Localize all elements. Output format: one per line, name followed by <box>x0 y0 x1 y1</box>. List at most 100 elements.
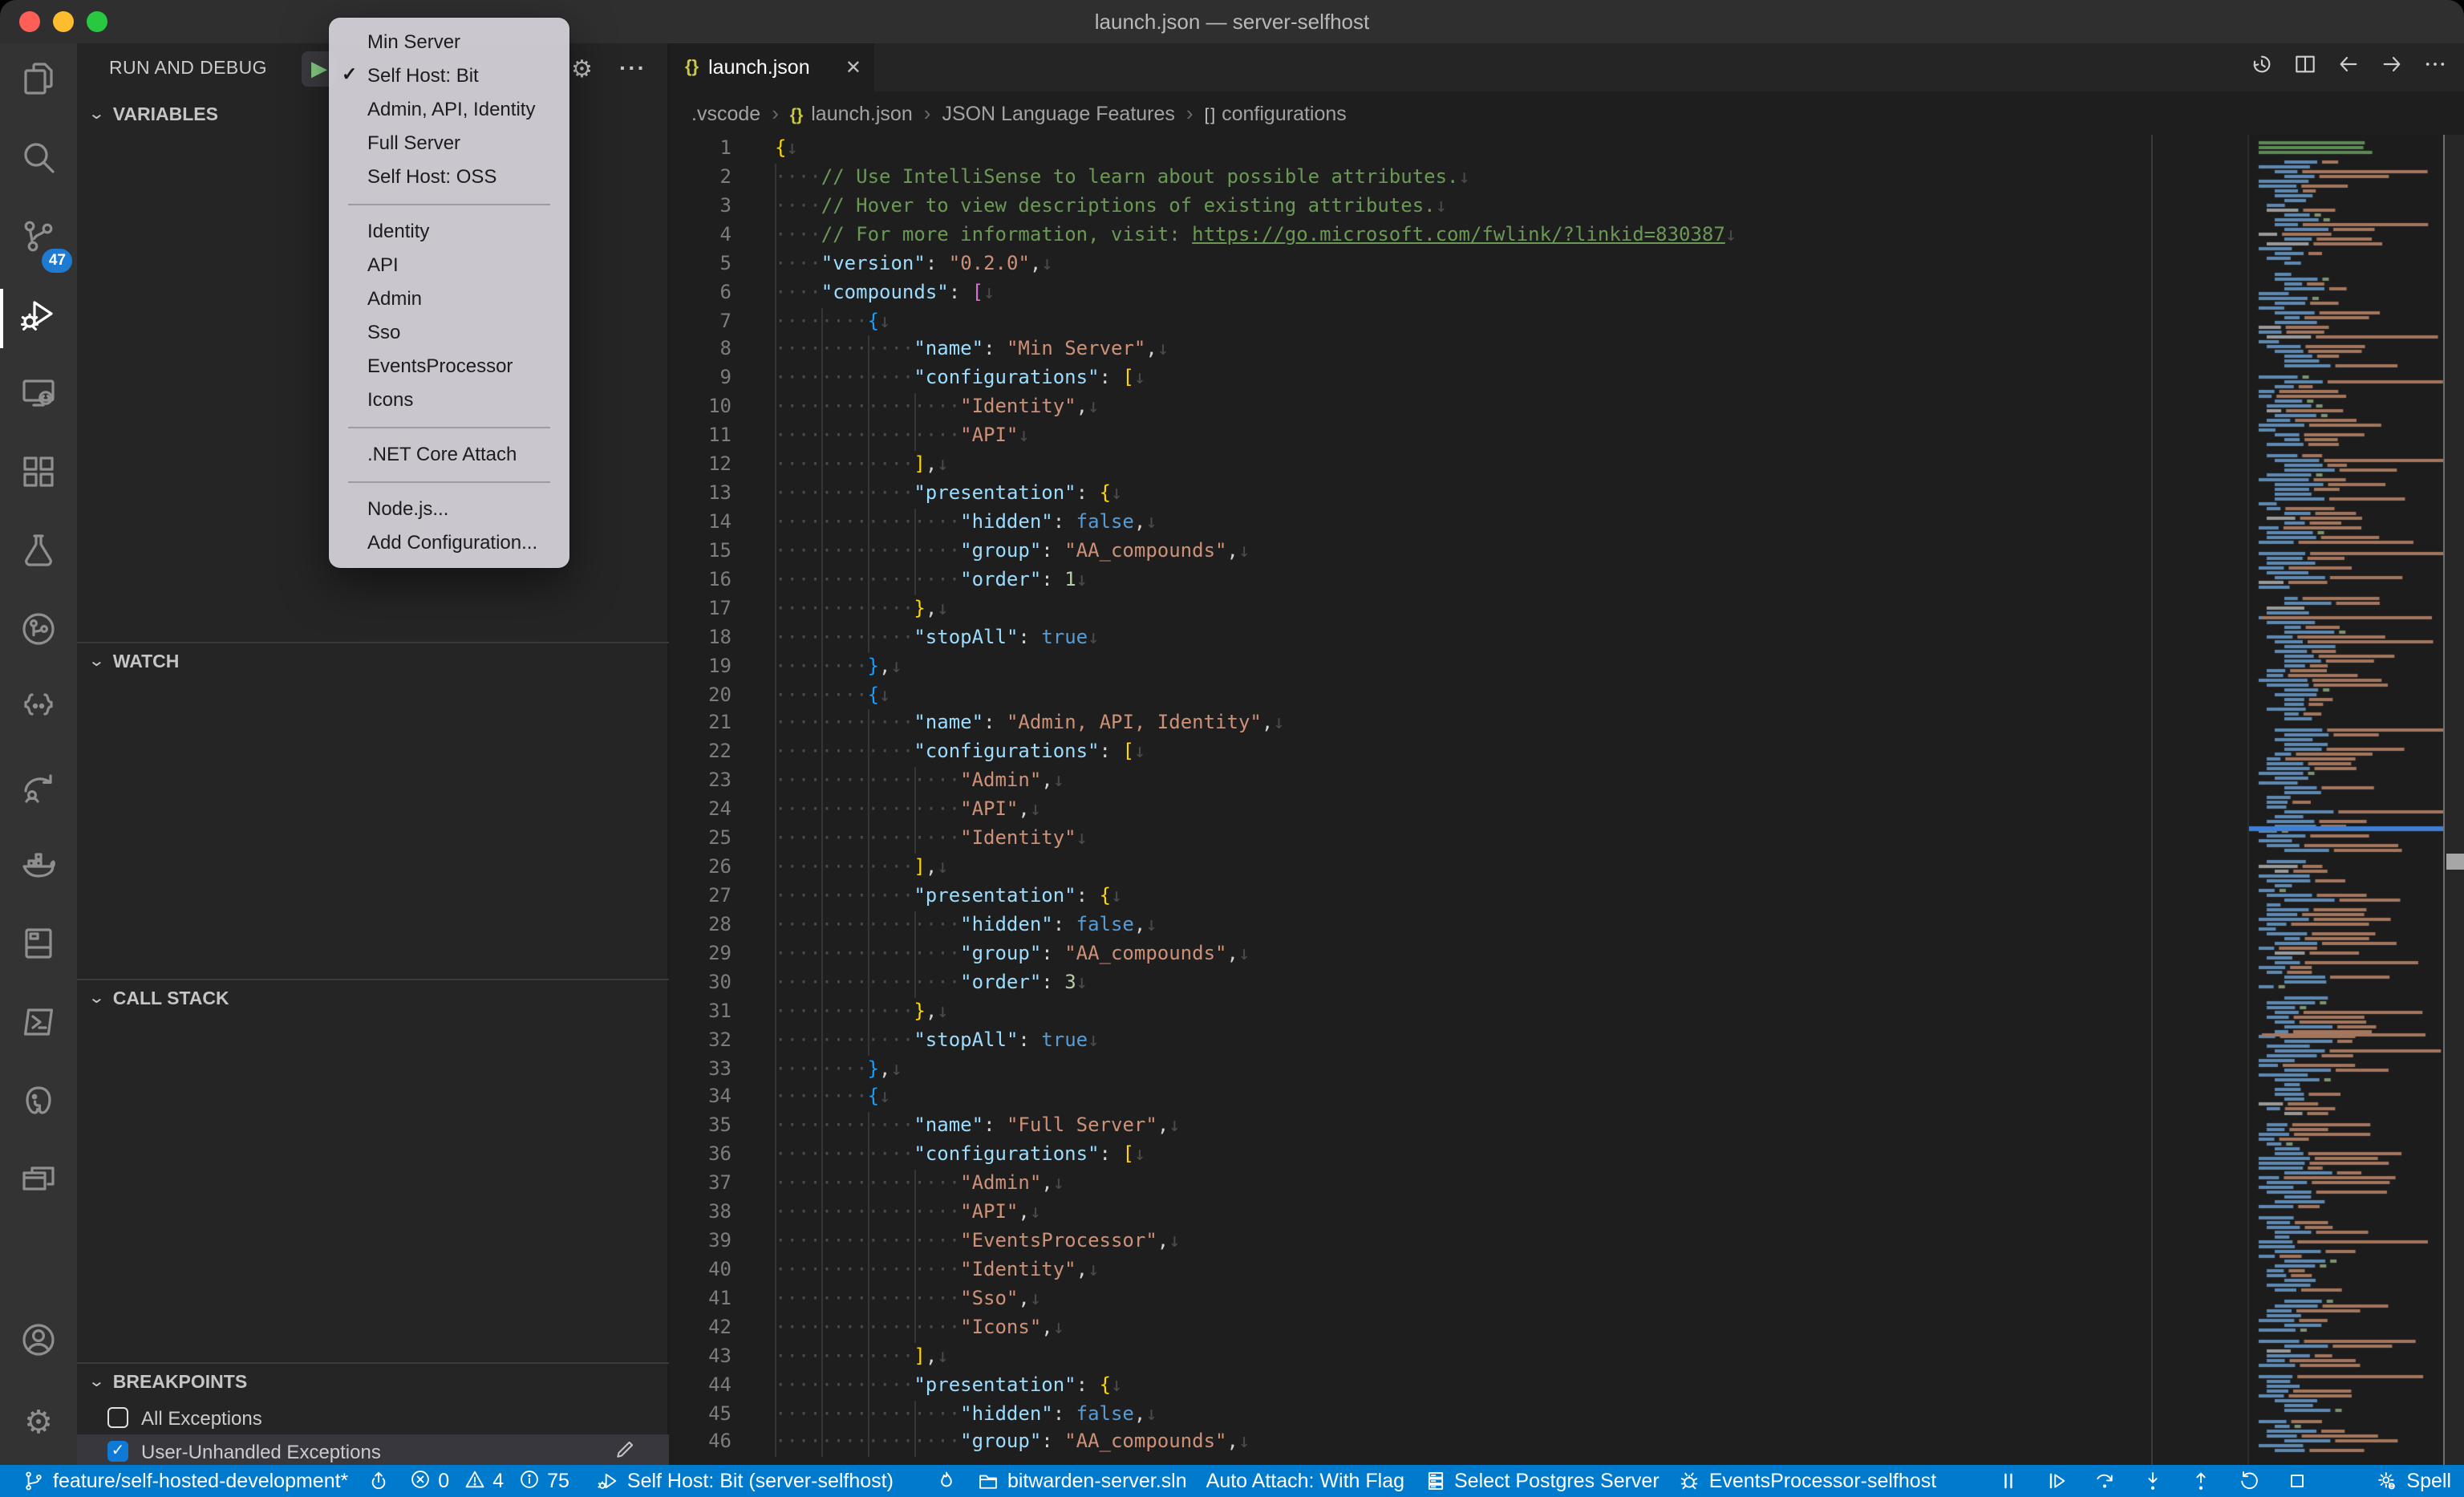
activity-item-git-graph[interactable] <box>0 594 77 672</box>
status-postgres-server[interactable]: Select Postgres Server <box>1414 1465 1669 1497</box>
step-over-icon <box>2093 1470 2116 1492</box>
activity-item-braces-extension[interactable] <box>0 672 77 751</box>
code-line-40: ················"Identity",↓ <box>775 1256 1737 1285</box>
code-line-39: ················"EventsProcessor",↓ <box>775 1227 1737 1256</box>
breadcrumb-item[interactable]: .vscode <box>691 102 760 124</box>
tab-launch-json[interactable]: {} launch.json ✕ <box>669 43 874 91</box>
menu-item-node-js[interactable]: Node.js... <box>329 493 569 526</box>
section-watch[interactable]: ⌄ WATCH <box>77 643 669 680</box>
search-icon <box>19 138 58 185</box>
status-spell-checker[interactable]: Spell <box>2363 1465 2464 1497</box>
activity-item-postgres-explorer[interactable] <box>0 1065 77 1144</box>
menu-item-eventsprocessor[interactable]: EventsProcessor <box>329 350 569 383</box>
status-events-processor[interactable]: EventsProcessor-selfhost <box>1669 1465 1946 1497</box>
breakpoint-row[interactable]: All Exceptions <box>77 1401 669 1434</box>
code-line-3: ····// Hover to view descriptions of exi… <box>775 193 1737 221</box>
status-restart[interactable] <box>2225 1465 2273 1497</box>
json-file-icon: {} <box>790 105 803 124</box>
status-auto-attach[interactable]: Auto Attach: With Flag <box>1197 1465 1414 1497</box>
activity-item-testing[interactable] <box>0 515 77 594</box>
activity-item-source-control[interactable]: 47 <box>0 201 77 279</box>
gear-icon[interactable]: ⚙ <box>571 43 593 96</box>
section-breakpoints[interactable]: ⌄ BREAKPOINTS <box>77 1364 669 1401</box>
activity-item-remote-explorer[interactable] <box>0 358 77 436</box>
status-stop[interactable] <box>2273 1465 2321 1497</box>
menu-item-self-host-bit[interactable]: ✓Self Host: Bit <box>329 59 569 93</box>
minimap[interactable] <box>2247 135 2443 1465</box>
menu-item-admin-api-identity[interactable]: Admin, API, Identity <box>329 93 569 127</box>
activity-item-accounts[interactable] <box>0 1304 77 1383</box>
status-solution[interactable]: bitwarden-server.sln <box>967 1465 1197 1497</box>
more-actions-icon[interactable]: ··· <box>619 43 646 96</box>
status-step-into[interactable] <box>2129 1465 2177 1497</box>
code-line-46: ················"group": "AA_compounds",… <box>775 1429 1737 1458</box>
activity-item-run-and-debug[interactable] <box>0 279 77 358</box>
open-timeline-button[interactable] <box>2249 51 2275 84</box>
status-sync-changes[interactable] <box>358 1465 399 1497</box>
code-line-30: ················"order": 3↓ <box>775 968 1737 997</box>
activity-item-docker[interactable] <box>0 830 77 908</box>
project-icon <box>977 1470 999 1492</box>
step-out-icon <box>2190 1470 2212 1492</box>
activity-item-search[interactable] <box>0 122 77 201</box>
ellipsis-icon <box>2422 55 2448 83</box>
breadcrumb-item[interactable]: [ ]configurations <box>1205 102 1347 124</box>
breadcrumb-item[interactable]: JSON Language Features <box>942 102 1174 124</box>
status-pause[interactable] <box>1984 1465 2032 1497</box>
activity-item-window-panels[interactable] <box>0 1144 77 1223</box>
code-line-4: ····// For more information, visit: http… <box>775 221 1737 250</box>
activity-item-explorer[interactable] <box>0 43 77 122</box>
code-line-15: ················"group": "AA_compounds",… <box>775 538 1737 566</box>
breakpoint-label: All Exceptions <box>141 1406 262 1429</box>
menu-item-full-server[interactable]: Full Server <box>329 127 569 160</box>
menu-item-add-configuration[interactable]: Add Configuration... <box>329 526 569 560</box>
checkbox[interactable] <box>107 1407 128 1428</box>
code-line-37: ················"Admin",↓ <box>775 1170 1737 1199</box>
activity-item-live-share[interactable] <box>0 751 77 830</box>
pencil-icon[interactable] <box>613 1438 637 1467</box>
more-editor-actions-button[interactable] <box>2422 51 2448 84</box>
code-editor[interactable]: 1234567891011121314151617181920212223242… <box>669 135 2464 1465</box>
menu-item-admin[interactable]: Admin <box>329 282 569 316</box>
status-bar: feature/self-hosted-development* 0475Self… <box>0 1465 2464 1497</box>
section-call-stack[interactable]: ⌄ CALL STACK <box>77 980 669 1017</box>
scrollbar-track[interactable] <box>2443 135 2464 1465</box>
checkbox[interactable]: ✓ <box>107 1441 128 1462</box>
menu-separator <box>329 194 569 215</box>
line-number-gutter[interactable]: 1234567891011121314151617181920212223242… <box>669 135 752 1458</box>
menu-item-sso[interactable]: Sso <box>329 316 569 350</box>
status-step-out[interactable] <box>2177 1465 2225 1497</box>
menu-item-min-server[interactable]: Min Server <box>329 26 569 59</box>
split-editor-button[interactable] <box>2292 51 2318 84</box>
menu-item-identity[interactable]: Identity <box>329 215 569 249</box>
menu-item-icons[interactable]: Icons <box>329 383 569 417</box>
account-icon <box>19 1321 58 1367</box>
status-flame[interactable] <box>926 1465 967 1497</box>
go-forward-button[interactable] <box>2379 51 2405 84</box>
step-into-icon <box>2142 1470 2164 1492</box>
go-back-button[interactable] <box>2336 51 2361 84</box>
activity-item-powershell[interactable] <box>0 987 77 1065</box>
braces-face-icon <box>19 688 58 735</box>
status-step-over[interactable] <box>2081 1465 2129 1497</box>
activity-item-settings[interactable]: ⚙ <box>0 1383 77 1462</box>
array-icon: [ ] <box>1205 105 1214 124</box>
activity-item-extensions[interactable] <box>0 436 77 515</box>
breadcrumb-separator: › <box>1186 101 1194 125</box>
code-content: {↓····// Use IntelliSense to learn about… <box>775 135 1737 1458</box>
breakpoint-row[interactable]: ✓ User-Unhandled Exceptions <box>77 1434 669 1468</box>
files-icon <box>19 59 58 106</box>
status-branch[interactable]: feature/self-hosted-development* <box>13 1465 358 1497</box>
menu-item-net-core-attach[interactable]: .NET Core Attach <box>329 438 569 472</box>
menu-item-self-host-oss[interactable]: Self Host: OSS <box>329 160 569 194</box>
menu-item-api[interactable]: API <box>329 249 569 282</box>
status-debug-configuration[interactable]: Self Host: Bit (server-selfhost) <box>587 1465 903 1497</box>
sync-icon <box>367 1470 390 1492</box>
breadcrumb-item[interactable]: {}launch.json <box>790 102 913 124</box>
status-problems[interactable]: 0475 <box>399 1465 587 1497</box>
scrollbar-thumb[interactable] <box>2446 854 2464 870</box>
code-line-33: ········},↓ <box>775 1055 1737 1084</box>
activity-item-database[interactable] <box>0 908 77 987</box>
close-tab-icon[interactable]: ✕ <box>845 56 861 79</box>
status-continue[interactable] <box>2032 1465 2081 1497</box>
